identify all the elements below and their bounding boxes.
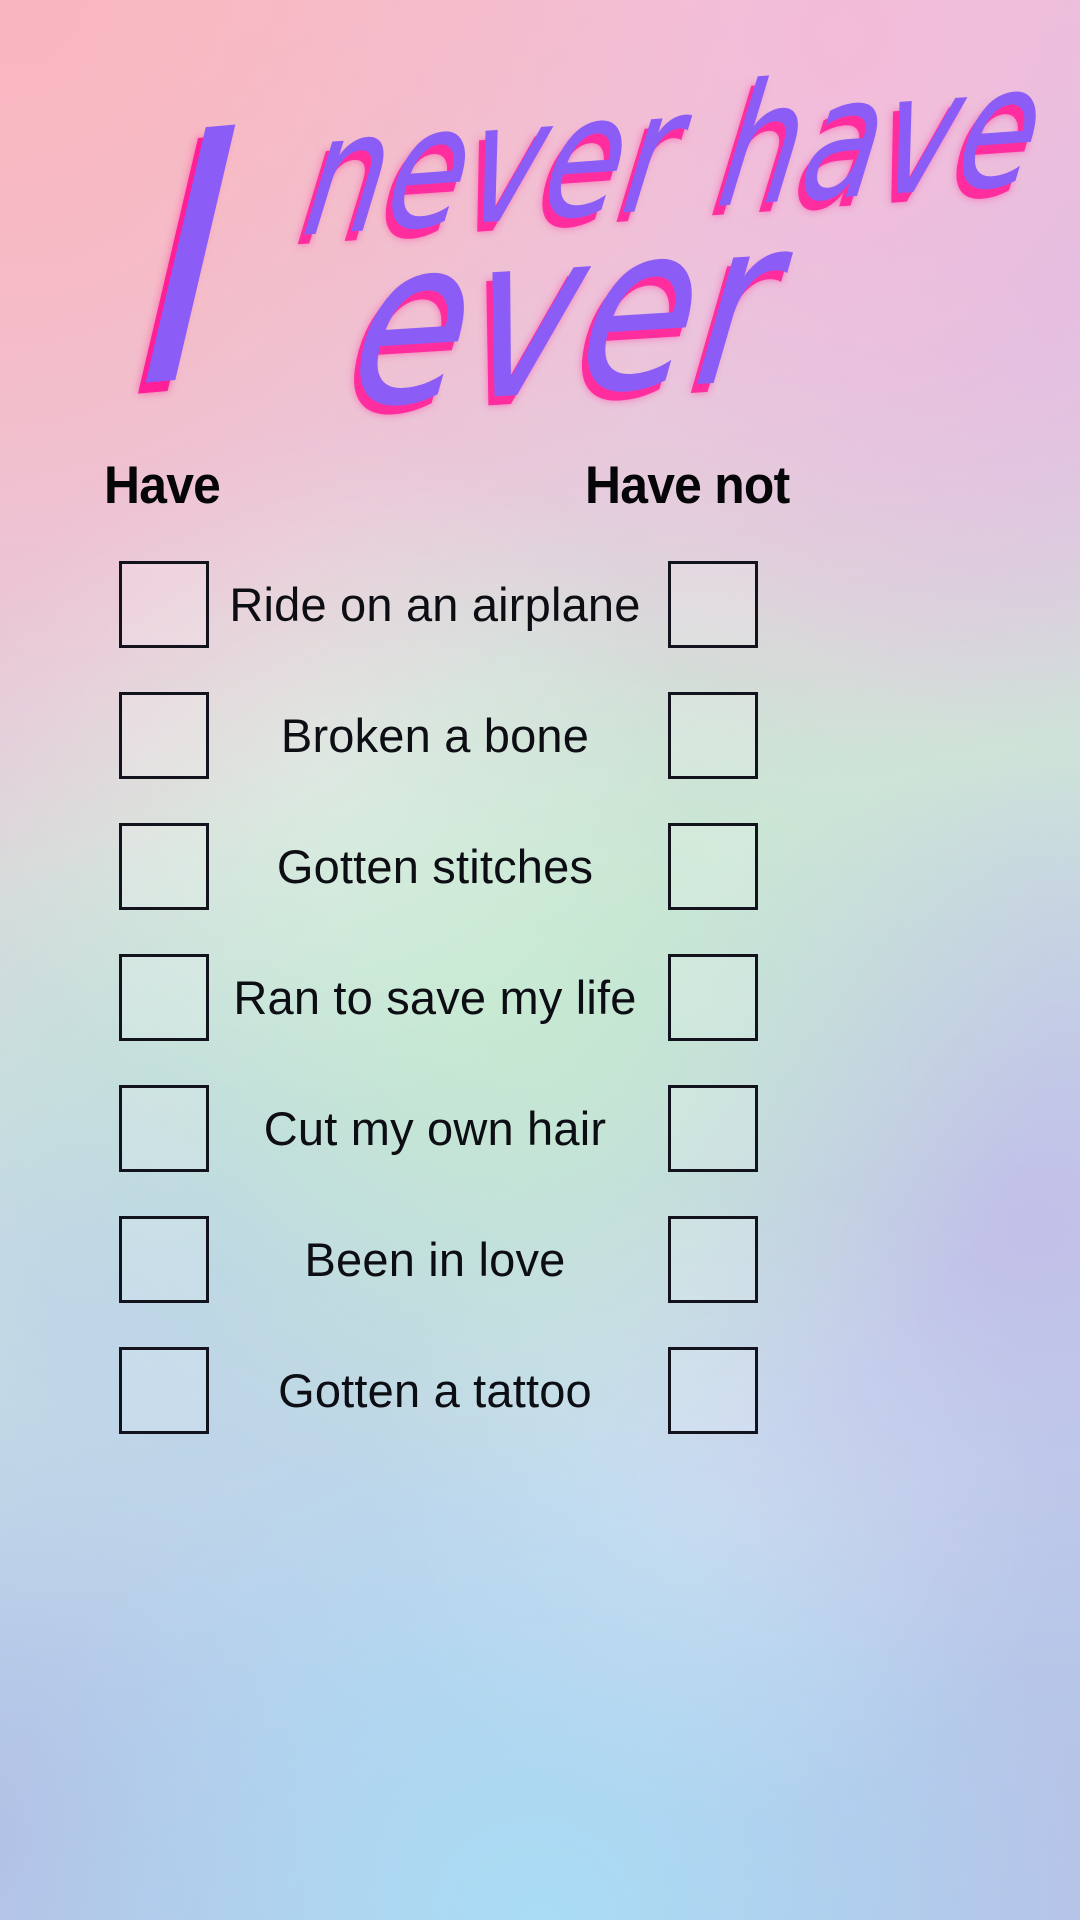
checkbox-have[interactable] xyxy=(119,561,209,648)
checklist-item-label: Ran to save my life xyxy=(233,971,637,1024)
checkbox-have[interactable] xyxy=(119,954,209,1041)
title-block: I never have ever xyxy=(0,28,1080,465)
checklist-row: Cut my own hair xyxy=(0,1072,1080,1203)
checkbox-have[interactable] xyxy=(119,692,209,779)
checklist-row: Ran to save my life xyxy=(0,941,1080,1072)
checkbox-have-not[interactable] xyxy=(668,692,758,779)
checkbox-have-not[interactable] xyxy=(668,1347,758,1434)
column-header-have-not: Have not xyxy=(585,456,790,515)
checkbox-have[interactable] xyxy=(119,1347,209,1434)
checkbox-have-not[interactable] xyxy=(668,823,758,910)
checkbox-have[interactable] xyxy=(119,1216,209,1303)
checklist-row: Gotten a tattoo xyxy=(0,1334,1080,1465)
checklist-item-label: Cut my own hair xyxy=(263,1102,607,1155)
checklist-item-label: Gotten stitches xyxy=(276,840,594,893)
checkbox-have[interactable] xyxy=(119,1085,209,1172)
checklist: Ride on an airplane Broken a bone Gotten s… xyxy=(0,548,1080,1465)
checkbox-have-not[interactable] xyxy=(668,561,758,648)
checklist-row: Broken a bone xyxy=(0,679,1080,810)
checklist-item-label: Broken a bone xyxy=(280,709,590,762)
poster-canvas: I never have ever Have Have not Ride on … xyxy=(0,0,1080,1920)
checklist-row: Been in love xyxy=(0,1203,1080,1334)
checkbox-have-not[interactable] xyxy=(668,1085,758,1172)
title-line-2: ever xyxy=(339,166,797,460)
checklist-row: Gotten stitches xyxy=(0,810,1080,941)
checkbox-have[interactable] xyxy=(119,823,209,910)
title-initial-letter: I xyxy=(131,55,252,466)
checkbox-have-not[interactable] xyxy=(668,1216,758,1303)
column-headers: Have Have not xyxy=(0,455,1080,527)
checklist-row: Ride on an airplane xyxy=(0,548,1080,679)
checklist-item-label: Ride on an airplane xyxy=(229,578,641,631)
checklist-item-label: Gotten a tattoo xyxy=(278,1364,592,1417)
column-header-have: Have xyxy=(104,456,221,515)
checklist-item-label: Been in love xyxy=(304,1233,566,1286)
checkbox-have-not[interactable] xyxy=(668,954,758,1041)
